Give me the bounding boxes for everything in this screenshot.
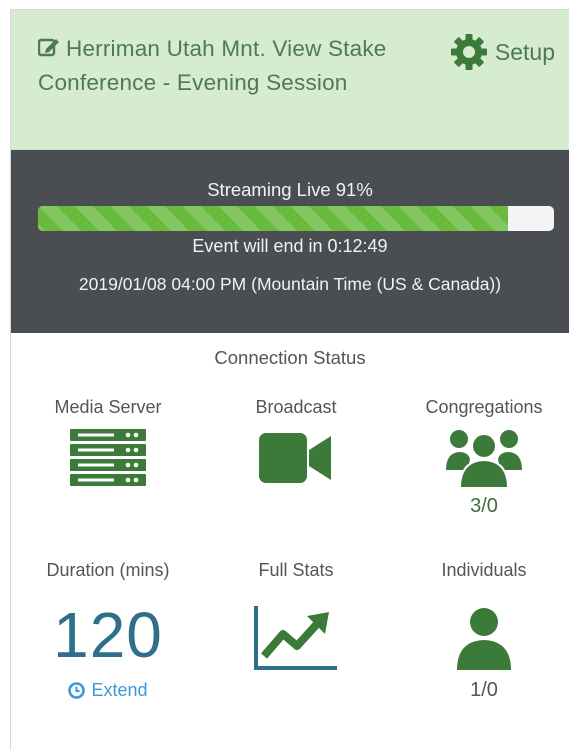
- media-server-label: Media Server: [54, 397, 162, 417]
- stream-status-banner: Streaming Live 91% Event will end in 0:1…: [11, 150, 569, 333]
- broadcast-status[interactable]: Broadcast: [216, 397, 376, 418]
- media-server-icon-wrap: [28, 429, 188, 487]
- congregations-icon-wrap: [404, 428, 564, 490]
- connection-status-title: Connection Status: [214, 347, 366, 368]
- extend-label: Extend: [91, 680, 148, 700]
- streaming-status-text: Streaming Live 91%: [207, 179, 373, 200]
- full-stats-label: Full Stats: [258, 560, 334, 580]
- video-camera-icon[interactable]: [259, 430, 333, 486]
- congregations-count: 3/0: [470, 495, 498, 517]
- edit-icon[interactable]: [38, 37, 60, 57]
- event-card: Herriman Utah Mnt. View Stake Conference…: [10, 9, 569, 750]
- setup-button[interactable]: Setup: [449, 32, 555, 72]
- event-title-text: Herriman Utah Mnt. View Stake Conference…: [38, 36, 387, 95]
- clock-icon: [68, 682, 86, 699]
- user-icon[interactable]: [457, 608, 511, 670]
- full-stats-icon-wrap: [216, 606, 376, 672]
- event-datetime: 2019/01/08 04:00 PM (Mountain Time (US &…: [78, 274, 502, 294]
- media-server-status[interactable]: Media Server: [28, 397, 188, 418]
- server-icon[interactable]: [70, 429, 146, 487]
- individuals-icon-wrap: [404, 608, 564, 670]
- extend-link[interactable]: Extend: [28, 680, 188, 701]
- line-chart-icon[interactable]: [253, 606, 339, 672]
- duration-label: Duration (mins): [46, 560, 170, 580]
- gear-icon: [450, 34, 487, 70]
- stream-progress-fill: [38, 206, 508, 231]
- broadcast-label: Broadcast: [255, 397, 337, 417]
- event-end-countdown: Event will end in 0:12:49: [192, 236, 388, 256]
- individuals-label: Individuals: [441, 560, 527, 580]
- event-title: Herriman Utah Mnt. View Stake Conference…: [38, 32, 398, 100]
- users-group-icon[interactable]: [446, 428, 522, 490]
- setup-label: Setup: [494, 38, 555, 65]
- broadcast-icon-wrap: [216, 430, 376, 486]
- individuals-status[interactable]: Individuals: [404, 560, 564, 581]
- full-stats-link[interactable]: Full Stats: [216, 560, 376, 581]
- event-header: Herriman Utah Mnt. View Stake Conference…: [11, 10, 569, 150]
- duration-value: 120: [53, 599, 163, 671]
- stream-progress-bar: [38, 206, 554, 231]
- individuals-count: 1/0: [470, 679, 498, 701]
- congregations-label: Congregations: [425, 397, 543, 417]
- congregations-status[interactable]: Congregations: [404, 397, 564, 418]
- duration-status: Duration (mins): [28, 560, 188, 581]
